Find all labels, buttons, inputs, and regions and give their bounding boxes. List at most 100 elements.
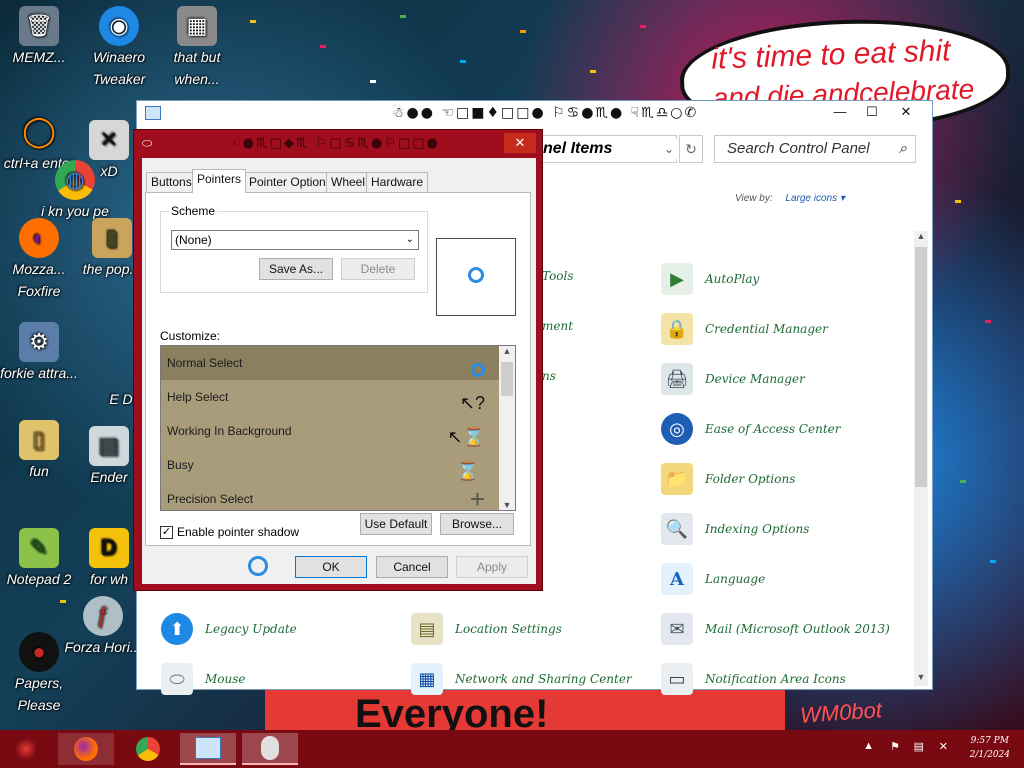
desktop-icon-winaero[interactable]: ◉ Winaero Tweaker — [80, 6, 158, 90]
cp-item-ease-of-access[interactable]: ◎ Ease of Access Center — [661, 413, 840, 445]
desktop-icon-papers-please[interactable]: ● Papers, Please — [0, 632, 78, 716]
busy-ring-icon — [471, 363, 485, 377]
cp-item-legacy-update[interactable]: ⬆ Legacy Update — [161, 613, 297, 645]
list-item[interactable]: Normal Select — [161, 346, 501, 380]
refresh-icon[interactable]: ↻ — [679, 135, 703, 163]
view-by-dropdown[interactable]: Large icons ▾ — [785, 193, 845, 204]
chrome-icon — [136, 737, 160, 761]
device-manager-icon: 🖨 — [661, 363, 693, 395]
desktop-icon-fun[interactable]: ▯ fun — [0, 420, 78, 482]
cp-item-indexing-options[interactable]: 🔍 Indexing Options — [661, 513, 809, 545]
desktop-icon-notepad2[interactable]: ✎ Notepad 2 — [0, 528, 78, 590]
cp-item-ns[interactable]: ns — [542, 369, 556, 383]
flag-icon[interactable]: ⚑ — [890, 740, 900, 753]
taskbar-chrome[interactable] — [120, 733, 176, 765]
address-bar[interactable]: nel Items — [532, 135, 677, 163]
location-settings-icon: ▤ — [411, 613, 443, 645]
cp-item-folder-options[interactable]: 📁 Folder Options — [661, 463, 795, 495]
papers-please-icon: ● — [19, 632, 59, 672]
gear-icon: ⚙ — [19, 322, 59, 362]
taskbar: ▲ ⚑ ▤ ✕ 9:57 PM 2/1/2024 — [0, 730, 1024, 768]
x-icon: ✕ — [89, 120, 129, 160]
credential-manager-icon: 🔒 — [661, 313, 693, 345]
cp-item-autoplay[interactable]: ▶ AutoPlay — [661, 263, 759, 295]
tab-hardware[interactable]: Hardware — [366, 172, 429, 192]
cp-item-credential-manager[interactable]: 🔒 Credential Manager — [661, 313, 828, 345]
tab-pointer-options[interactable]: Pointer Options — [244, 172, 337, 192]
scroll-down-icon[interactable]: ▼ — [914, 672, 928, 686]
cp-item-ment[interactable]: ment — [542, 319, 573, 333]
customize-label: Customize: — [160, 329, 221, 343]
list-item[interactable]: Help Select ↖? — [161, 380, 501, 414]
cp-item-location-settings[interactable]: ▤ Location Settings — [411, 613, 562, 645]
folder-icon: ▮ — [92, 218, 132, 258]
minimize-button[interactable]: — — [825, 101, 855, 123]
scroll-thumb[interactable] — [501, 362, 513, 396]
start-button[interactable] — [0, 733, 52, 765]
cancel-button[interactable]: Cancel — [376, 556, 448, 578]
scroll-up-icon[interactable]: ▲ — [499, 346, 515, 356]
cp-item-mail[interactable]: ✉ Mail (Microsoft Outlook 2013) — [661, 613, 890, 645]
cp-item-tools[interactable]: Tools — [542, 269, 574, 283]
taskbar-firefox[interactable] — [58, 733, 114, 765]
desktop-icon-firefox[interactable]: ◐ Mozza... Foxfire — [0, 218, 78, 302]
notification-area-icon: ▭ — [661, 663, 693, 695]
network-icon[interactable]: ▤ — [914, 740, 924, 753]
apply-button[interactable]: Apply — [456, 556, 528, 578]
list-item[interactable]: Precision Select + — [161, 482, 501, 510]
use-default-button[interactable]: Use Default — [360, 513, 432, 535]
clock[interactable]: 9:57 PM 2/1/2024 — [970, 734, 1010, 762]
browse-button[interactable]: Browse... — [440, 513, 514, 535]
taskbar-control-panel[interactable] — [180, 733, 236, 765]
address-dropdown-icon[interactable]: ⌄ — [659, 139, 679, 159]
dialog-body: Buttons Pointers Pointer Options Wheel H… — [142, 158, 536, 584]
notepad-icon: ✎ — [19, 528, 59, 568]
tab-buttons[interactable]: Buttons — [146, 172, 197, 192]
save-as-button[interactable]: Save As... — [259, 258, 333, 280]
maximize-button[interactable]: ☐ — [857, 101, 887, 123]
cp-item-language[interactable]: A Language — [661, 563, 765, 595]
dialog-close-button[interactable]: ✕ — [504, 133, 536, 153]
control-panel-icon — [195, 737, 221, 759]
tab-pointers[interactable]: Pointers — [192, 169, 247, 193]
clock-time: 9:57 PM — [970, 736, 1009, 746]
mouse-icon: ⬭ — [161, 663, 193, 695]
desktop-icon-ender[interactable]: ▤ Ender — [80, 426, 138, 488]
watermark: WM0bot — [799, 697, 883, 728]
view-by-label: View by: — [735, 193, 773, 204]
list-item[interactable]: Working In Background ↖⌛ — [161, 414, 501, 448]
scheme-select[interactable]: (None) ⌄ — [171, 230, 419, 250]
close-button[interactable]: ✕ — [891, 101, 921, 123]
cp-item-notification-area[interactable]: ▭ Notification Area Icons — [661, 663, 846, 695]
desktop-icon-e[interactable]: E D — [106, 388, 136, 410]
delete-button[interactable]: Delete — [341, 258, 415, 280]
scroll-thumb[interactable] — [915, 247, 927, 487]
dialog-titlebar[interactable]: ⬭ ☜●♏□◆♏ ⚐□♋♏●⚐□□● ✕ — [134, 130, 542, 156]
cp-item-device-manager[interactable]: 🖨 Device Manager — [661, 363, 805, 395]
mouse-icon — [261, 736, 279, 760]
desktop-icon-that-but-when[interactable]: ▦ that but when... — [158, 6, 236, 90]
clock-date: 2/1/2024 — [969, 750, 1010, 760]
ok-button[interactable]: OK — [295, 556, 367, 578]
pointer-list[interactable]: Normal Select Help Select ↖? Working In … — [160, 345, 516, 511]
scroll-up-icon[interactable]: ▲ — [914, 231, 928, 245]
cp-item-mouse[interactable]: ⬭ Mouse — [161, 663, 246, 695]
desktop-icon-forkie[interactable]: ⚙ forkie attra... — [0, 322, 78, 384]
desktop-icon-for-wh[interactable]: D for wh — [80, 528, 138, 590]
pointer-shadow-checkbox[interactable]: ✓ Enable pointer shadow — [160, 525, 299, 539]
list-item[interactable]: Busy ⌛ — [161, 448, 501, 482]
vertical-scrollbar[interactable]: ▲ ▼ — [914, 231, 928, 686]
scroll-down-icon[interactable]: ▼ — [499, 500, 515, 510]
cp-item-network-sharing[interactable]: ▦ Network and Sharing Center — [411, 663, 632, 695]
desktop-icon-chrome[interactable]: ◍ i kn you pe — [40, 160, 110, 222]
ring-icon: ◯ — [22, 115, 56, 148]
volume-muted-icon[interactable]: ✕ — [939, 740, 948, 753]
tab-wheel[interactable]: Wheel — [326, 172, 371, 192]
taskbar-mouse[interactable] — [242, 733, 298, 765]
show-hidden-icons-icon[interactable]: ▲ — [863, 740, 874, 752]
search-input[interactable]: Search Control Panel ⌕ — [714, 135, 916, 163]
bubble-line-1: it's time to eat shit — [710, 34, 951, 76]
desktop-icon-memz[interactable]: 🗑 MEMZ... — [0, 6, 78, 68]
pointer-list-scrollbar[interactable]: ▲ ▼ — [499, 346, 515, 510]
control-panel-titlebar[interactable]: ☃●● ☜□■♦□□● ⚐♋●♏● ☟♏♎○✆ — ☐ ✕ — [137, 101, 932, 127]
